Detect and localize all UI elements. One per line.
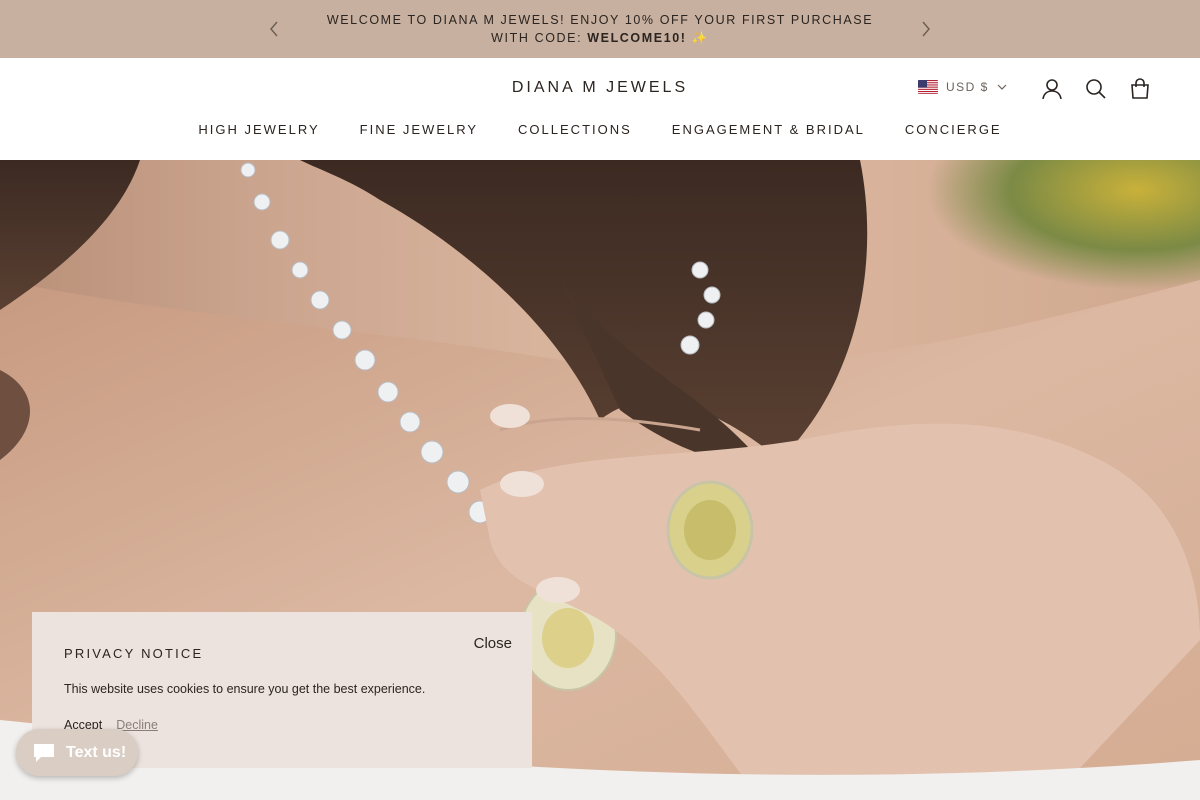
privacy-message: This website uses cookies to ensure you … bbox=[64, 682, 426, 696]
privacy-close-button[interactable]: Close bbox=[474, 635, 512, 652]
announcement-bar: Welcome to Diana M Jewels! Enjoy 10% off… bbox=[0, 0, 1200, 58]
currency-label: USD $ bbox=[946, 80, 989, 94]
us-flag-icon bbox=[918, 80, 938, 94]
previous-announcement-button[interactable] bbox=[262, 17, 286, 41]
chevron-down-icon bbox=[997, 84, 1007, 90]
site-logo[interactable]: DIANA M JEWELS bbox=[0, 79, 1200, 97]
chevron-right-icon bbox=[922, 21, 930, 37]
nav-item-fine-jewelry[interactable]: Fine Jewelry bbox=[360, 122, 478, 137]
privacy-title: PRIVACY NOTICE bbox=[64, 646, 204, 661]
cart-icon bbox=[1131, 78, 1149, 99]
site-header: DIANA M JEWELS USD $ HIGH JEWELRY FINE J… bbox=[0, 58, 1200, 161]
account-button[interactable] bbox=[1039, 76, 1065, 102]
nav-item-collections[interactable]: Collections bbox=[518, 122, 632, 137]
search-icon bbox=[1086, 79, 1106, 99]
sparkle-emoji: ✨ bbox=[691, 31, 709, 45]
main-navigation: High Jewelry Fine Jewelry Collections En… bbox=[0, 122, 1200, 137]
currency-selector[interactable]: USD $ bbox=[918, 80, 1007, 94]
announcement-text: Welcome to Diana M Jewels! Enjoy 10% off… bbox=[320, 11, 880, 47]
nav-item-engagement-bridal[interactable]: Engagement & Bridal bbox=[672, 122, 865, 137]
account-icon bbox=[1042, 79, 1062, 100]
text-us-button[interactable]: Text us! bbox=[16, 729, 138, 776]
nav-item-high-jewelry[interactable]: High Jewelry bbox=[198, 122, 319, 137]
chat-bubble-icon bbox=[34, 743, 54, 762]
next-announcement-button[interactable] bbox=[914, 17, 938, 41]
text-us-label: Text us! bbox=[66, 743, 127, 761]
cart-button[interactable] bbox=[1127, 76, 1153, 102]
search-button[interactable] bbox=[1083, 76, 1109, 102]
nav-item-concierge[interactable]: Concierge bbox=[905, 122, 1002, 137]
promo-code: WELCOME10! bbox=[587, 31, 687, 45]
chevron-left-icon bbox=[270, 21, 278, 37]
